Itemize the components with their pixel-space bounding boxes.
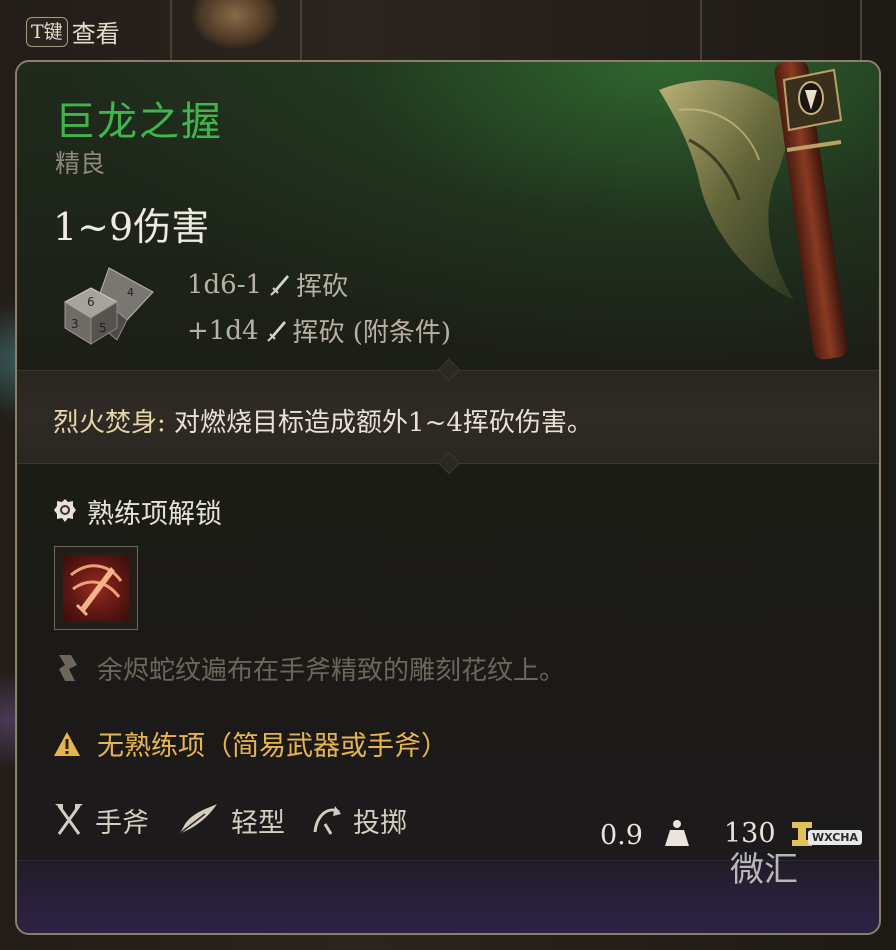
passive-ability[interactable]: 烈火焚身: 对燃烧目标造成额外1~4挥砍伤害。	[53, 402, 593, 439]
property-label: 轻型	[231, 807, 285, 839]
throw-icon	[313, 806, 341, 835]
passive-text: 对燃烧目标造成额外1~4挥砍伤害。	[174, 408, 593, 438]
damage-line: 1d6-1 挥砍	[187, 266, 348, 303]
proficiency-warning: 无熟练项（简易武器或手斧）	[53, 724, 448, 763]
passive-name: 烈火焚身	[53, 408, 158, 438]
item-weight: 0.9	[600, 820, 643, 851]
bg-frame-line	[700, 0, 702, 60]
lore-quill-icon	[59, 654, 77, 681]
bg-frame-line	[860, 0, 862, 60]
dice-icon: 6 3 5 4	[63, 267, 154, 345]
property-thrown[interactable]: 投掷	[311, 801, 407, 840]
cleave-action-icon	[63, 555, 129, 621]
warning-icon	[54, 731, 80, 756]
proficiency-header-label: 熟练项解锁	[87, 499, 222, 530]
handaxe-icon	[659, 62, 848, 360]
property-light[interactable]: 轻型	[175, 800, 285, 840]
damage-dice: +1d4	[187, 315, 259, 346]
weapon-properties: 手斧 轻型 投掷	[53, 800, 415, 840]
item-rarity: 精良	[55, 149, 106, 178]
damage-summary: 1~9伤害	[53, 205, 210, 249]
item-tooltip: 巨龙之握 精良 1~9伤害 6 3 5 4 1d6-1 挥砍 +1d4 挥砍 (…	[15, 60, 881, 935]
svg-text:6: 6	[87, 295, 95, 309]
bg-frame-line	[170, 0, 172, 60]
proficiency-action-slot[interactable]	[54, 546, 138, 630]
slashing-icon	[270, 274, 290, 296]
damage-type: 挥砍 (附条件)	[292, 318, 452, 348]
svg-text:4: 4	[127, 286, 134, 299]
slashing-icon	[266, 320, 286, 342]
item-name: 巨龙之握	[55, 99, 223, 145]
description-text: 余烬蛇纹遍布在手斧精致的雕刻花纹上。	[97, 656, 566, 686]
watermark-tag: WXCHA	[808, 830, 863, 845]
proficiency-badge-icon	[54, 498, 76, 522]
svg-text:3: 3	[71, 317, 79, 331]
property-label: 手斧	[95, 807, 149, 839]
inventory-item-boots[interactable]	[190, 0, 280, 50]
warning-text: 无熟练项（简易武器或手斧）	[97, 731, 448, 762]
property-handaxe[interactable]: 手斧	[53, 801, 149, 840]
damage-line: +1d4 挥砍 (附条件)	[187, 312, 451, 349]
watermark-text: 微汇	[730, 850, 798, 890]
property-label: 投掷	[353, 807, 407, 839]
damage-type: 挥砍	[296, 272, 349, 302]
crossed-axes-icon	[55, 804, 83, 835]
svg-text:5: 5	[99, 321, 107, 335]
item-description: 余烬蛇纹遍布在手斧精致的雕刻花纹上。	[53, 650, 565, 687]
proficiency-header: 熟练项解锁	[53, 492, 222, 531]
hotkey-cap: T键	[26, 16, 68, 47]
damage-dice: 1d6-1	[187, 269, 263, 300]
view-hint[interactable]: T键 查看	[26, 14, 120, 49]
weight-icon	[665, 820, 689, 846]
feather-icon	[178, 804, 217, 835]
view-label: 查看	[71, 20, 120, 48]
bg-frame-line	[300, 0, 302, 60]
